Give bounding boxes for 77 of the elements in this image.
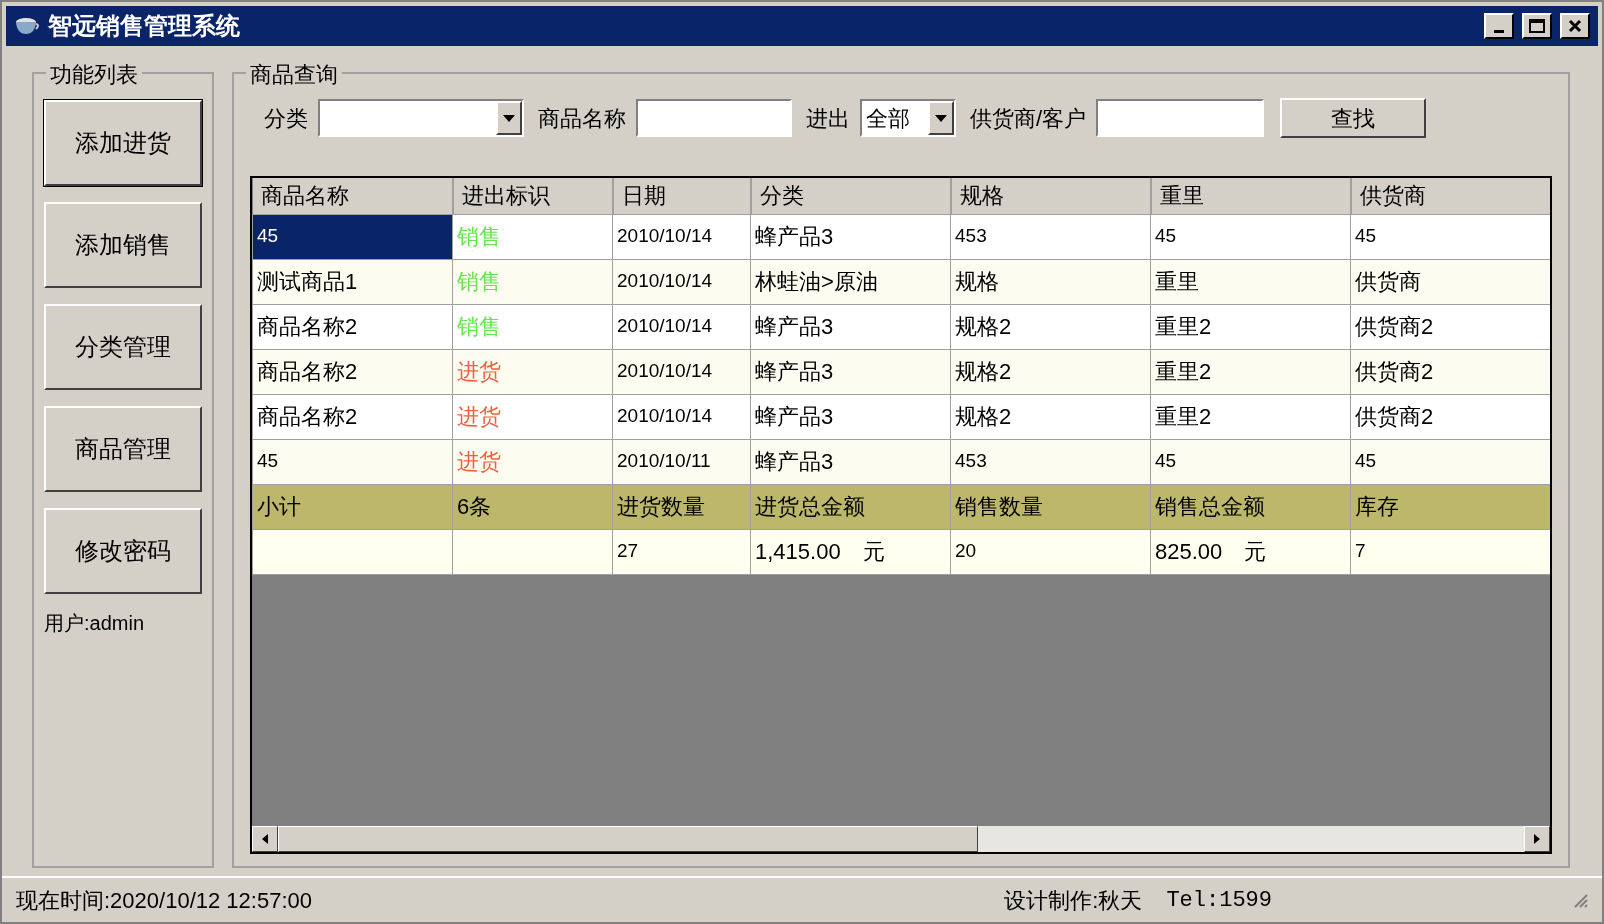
column-header[interactable]: 进出标识 [452, 178, 613, 214]
table-cell: 825.00 元 [1150, 529, 1351, 574]
table-cell: 进货总金额 [750, 484, 951, 529]
table-cell: 销售 [452, 304, 613, 349]
window-title: 智远销售管理系统 [48, 11, 240, 41]
table-cell: 蜂产品3 [750, 439, 951, 484]
table-cell: 商品名称2 [252, 394, 453, 439]
table-cell: 20 [950, 529, 1151, 574]
field-label: 商品名称 [538, 104, 626, 133]
table-cell: 45 [252, 214, 453, 259]
table-cell: 蜂产品3 [750, 349, 951, 394]
table-cell: 销售 [452, 259, 613, 304]
table-cell: 6条 [452, 484, 613, 529]
column-header[interactable]: 供货商 [1350, 178, 1550, 214]
table-cell: 2010/10/14 [612, 214, 751, 259]
table-cell: 2010/10/11 [612, 439, 751, 484]
table-cell: 供货商2 [1350, 394, 1550, 439]
table-cell: 45 [252, 439, 453, 484]
table-cell: 2010/10/14 [612, 259, 751, 304]
table-cell: 453 [950, 214, 1151, 259]
table-cell: 规格2 [950, 304, 1151, 349]
table-cell: 45 [1150, 439, 1351, 484]
table-cell: 规格2 [950, 349, 1151, 394]
current-time: 现在时间:2020/10/12 12:57:00 [16, 886, 312, 915]
table-cell: 销售数量 [950, 484, 1151, 529]
table-cell: 销售总金额 [1150, 484, 1351, 529]
field-label: 分类 [264, 104, 308, 133]
search-button[interactable]: 查找 [1280, 98, 1427, 138]
dropdown-field[interactable]: 全部 [860, 99, 956, 137]
table-cell: 供货商 [1350, 259, 1550, 304]
function-button[interactable]: 添加进货 [44, 100, 202, 186]
table-cell: 商品名称2 [252, 349, 453, 394]
table-cell: 蜂产品3 [750, 214, 951, 259]
table-cell: 重里2 [1150, 394, 1351, 439]
table-cell: 蜂产品3 [750, 394, 951, 439]
table-cell: 进货 [452, 394, 613, 439]
table-cell: 27 [612, 529, 751, 574]
table-cell: 重里2 [1150, 349, 1351, 394]
function-button[interactable]: 分类管理 [44, 304, 202, 390]
table-cell: 进货 [452, 439, 613, 484]
table-cell: 蜂产品3 [750, 304, 951, 349]
table-cell: 2010/10/14 [612, 394, 751, 439]
table-cell: 测试商品1 [252, 259, 453, 304]
function-button[interactable]: 修改密码 [44, 508, 202, 594]
table-cell: 进货数量 [612, 484, 751, 529]
table-cell: 规格 [950, 259, 1151, 304]
table-cell: 重里2 [1150, 304, 1351, 349]
table-cell: 库存 [1350, 484, 1550, 529]
table-cell: 规格2 [950, 394, 1151, 439]
column-header[interactable]: 分类 [750, 178, 951, 214]
table-cell: 2010/10/14 [612, 349, 751, 394]
table-cell: 进货 [452, 349, 613, 394]
table-cell: 销售 [452, 214, 613, 259]
table-cell: 供货商2 [1350, 349, 1550, 394]
table-cell: 453 [950, 439, 1151, 484]
table-cell: 1,415.00 元 [750, 529, 951, 574]
user-label: 用户:admin [44, 611, 146, 636]
column-header[interactable]: 规格 [950, 178, 1151, 214]
phone-label: Tel:1599 [1166, 886, 1272, 915]
table-cell: 45 [1350, 439, 1550, 484]
column-header[interactable]: 商品名称 [252, 178, 453, 214]
column-header[interactable]: 日期 [612, 178, 751, 214]
table-cell: 商品名称2 [252, 304, 453, 349]
table-cell: 45 [1350, 214, 1550, 259]
field-label: 供货商/客户 [970, 104, 1087, 133]
table-cell: 重里 [1150, 259, 1351, 304]
author-label: 设计制作:秋天 [1004, 886, 1143, 915]
field-label: 进出 [806, 104, 850, 133]
table-cell: 45 [1150, 214, 1351, 259]
table-cell: 7 [1350, 529, 1550, 574]
function-button[interactable]: 商品管理 [44, 406, 202, 492]
table-cell: 供货商2 [1350, 304, 1550, 349]
table-cell: 小计 [252, 484, 453, 529]
column-header[interactable]: 重里 [1150, 178, 1351, 214]
table-cell: 2010/10/14 [612, 304, 751, 349]
function-button[interactable]: 添加销售 [44, 202, 202, 288]
table-cell: 林蛙油>原油 [750, 259, 951, 304]
